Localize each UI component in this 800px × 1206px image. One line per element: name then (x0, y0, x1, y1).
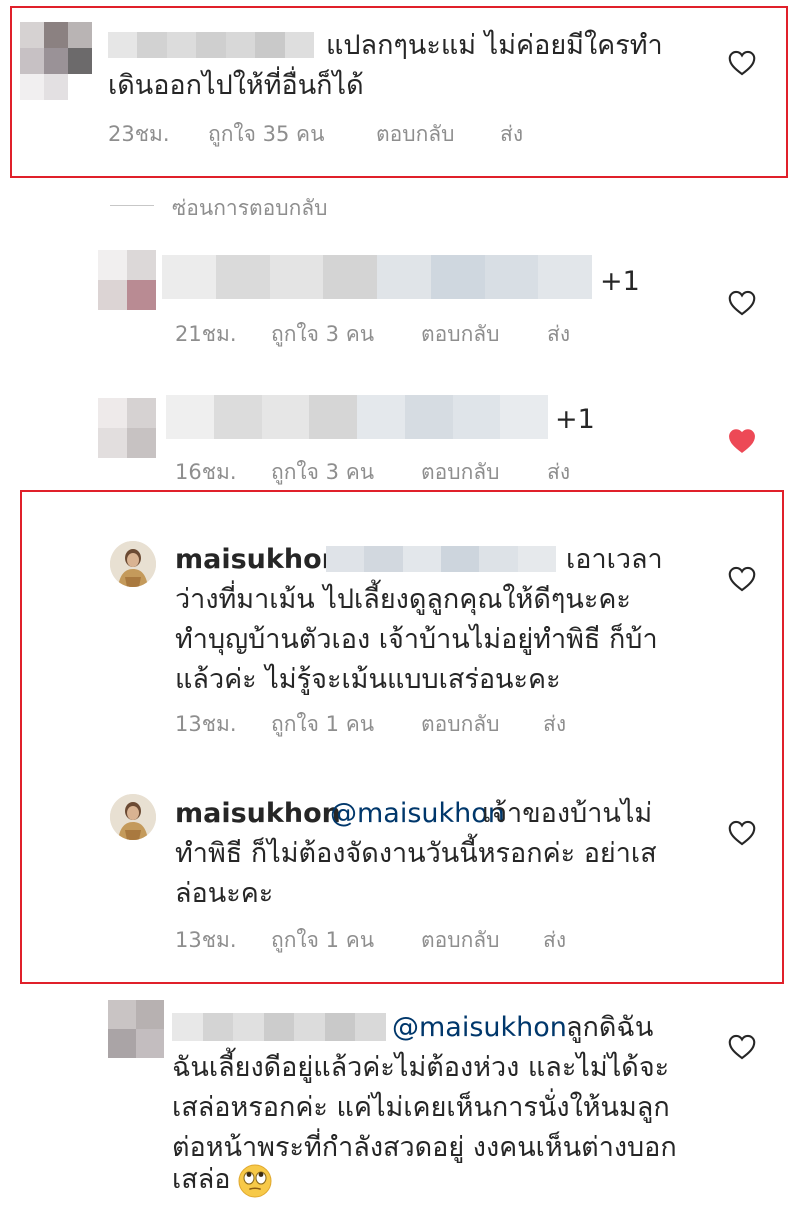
comment-text: ฉันเลี้ยงดีอยู่แล้วค่ะไม่ต้องห่วง และไม่… (172, 1052, 670, 1083)
heart-icon[interactable] (728, 566, 756, 592)
redacted-comment-text (162, 255, 592, 299)
likes-count[interactable]: ถูกใจ 3 คน (271, 456, 374, 489)
comment-text: เจ้าของบ้านไม่ (482, 798, 653, 829)
heart-icon[interactable] (728, 50, 756, 76)
hide-replies-button[interactable]: ซ่อนการตอบกลับ (172, 192, 328, 225)
heart-icon[interactable] (728, 1034, 756, 1060)
avatar[interactable] (110, 794, 156, 840)
reply-button[interactable]: ตอบกลับ (376, 118, 455, 151)
heart-icon-liked[interactable] (728, 428, 756, 454)
mention-count: +1 (555, 404, 595, 435)
comment-text: ว่างที่มาเม้น ไปเลี้ยงดูลูกคุณให้ดีๆนะคะ (175, 584, 631, 615)
reply-button[interactable]: ตอบกลับ (421, 318, 500, 351)
replies-divider (110, 205, 154, 206)
comment-text: เดินออกไปให้ที่อื่นก็ได้ (108, 70, 364, 101)
avatar[interactable] (108, 1000, 164, 1058)
avatar[interactable] (98, 250, 156, 310)
mention-link[interactable]: @maisukhon (392, 1008, 567, 1048)
redacted-comment-text (166, 395, 548, 439)
avatar[interactable] (20, 22, 92, 100)
comment-text: ล่อนะคะ (175, 878, 274, 909)
send-button[interactable]: ส่ง (547, 318, 570, 351)
reply-button[interactable]: ตอบกลับ (421, 456, 500, 489)
timestamp: 13ชม. (175, 712, 237, 736)
comment-text: เสล่อหรอกค่ะ แค่ไม่เคยเห็นการนั่งให้นมลู… (172, 1092, 670, 1123)
comment-meta: 23ชม. ถูกใจ 35 คน ตอบกลับ ส่ง (108, 118, 608, 146)
likes-count[interactable]: ถูกใจ 1 คน (271, 924, 374, 957)
username[interactable]: maisukhon (175, 794, 341, 834)
likes-count[interactable]: ถูกใจ 3 คน (271, 318, 374, 351)
redacted-mention (326, 546, 556, 572)
mention-link[interactable]: @maisukhon (330, 794, 505, 834)
comment-text: แล้วค่ะ ไม่รู้จะเม้นแบบเสร่อนะคะ (175, 664, 561, 695)
comment-text: ทำพิธี ก็ไม่ต้องจัดงานวันนี้หรอกค่ะ อย่า… (175, 838, 657, 869)
comment-text: ทำบุญบ้านตัวเอง เจ้าบ้านไม่อยู่ทำพิธี ก็… (175, 624, 658, 655)
heart-icon[interactable] (728, 820, 756, 846)
mention-count: +1 (600, 266, 640, 297)
timestamp: 21ชม. (175, 322, 237, 346)
comment-meta: 13ชม. ถูกใจ 1 คน ตอบกลับ ส่ง (175, 708, 675, 736)
heart-icon[interactable] (728, 290, 756, 316)
comment-text: ต่อหน้าพระที่กำลังสวดอยู่ งงคนเห็นต่างบอ… (172, 1132, 677, 1163)
reply-button[interactable]: ตอบกลับ (421, 708, 500, 741)
timestamp: 13ชม. (175, 928, 237, 952)
reply-button[interactable]: ตอบกลับ (421, 924, 500, 957)
send-button[interactable]: ส่ง (500, 118, 523, 151)
comment-text: เอาเวลา (566, 544, 663, 575)
likes-count[interactable]: ถูกใจ 35 คน (208, 118, 324, 151)
comment-text: ลูกดิฉัน (566, 1012, 654, 1043)
comment-meta: 21ชม. ถูกใจ 3 คน ตอบกลับ ส่ง (175, 318, 675, 346)
avatar[interactable] (110, 541, 156, 587)
redacted-username (172, 1013, 386, 1041)
send-button[interactable]: ส่ง (543, 924, 566, 957)
send-button[interactable]: ส่ง (547, 456, 570, 489)
avatar[interactable] (98, 398, 156, 458)
comment-meta: 16ชม. ถูกใจ 3 คน ตอบกลับ ส่ง (175, 456, 675, 484)
send-button[interactable]: ส่ง (543, 708, 566, 741)
timestamp: 23ชม. (108, 122, 170, 146)
comment-text: แปลกๆนะแม่ ไม่ค่อยมีใครทำ (326, 30, 663, 61)
timestamp: 16ชม. (175, 460, 237, 484)
redacted-username (108, 32, 314, 58)
likes-count[interactable]: ถูกใจ 1 คน (271, 708, 374, 741)
rolling-eyes-emoji (238, 1164, 272, 1198)
username[interactable]: maisukhon (175, 540, 341, 580)
comment-meta: 13ชม. ถูกใจ 1 คน ตอบกลับ ส่ง (175, 924, 675, 952)
comment-text: เสล่อ (172, 1164, 231, 1195)
